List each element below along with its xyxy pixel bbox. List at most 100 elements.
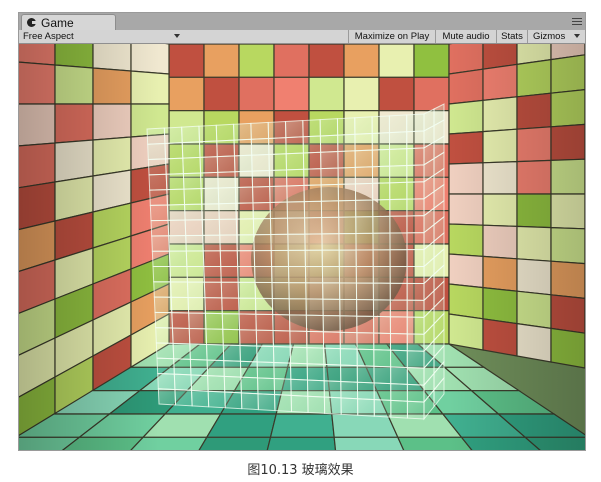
glass-block [389,299,408,318]
glass-block [223,360,242,378]
glass-block [251,169,271,188]
glass-block [257,377,276,396]
glass-block [340,380,359,400]
glass-block [389,232,408,251]
game-viewport[interactable] [19,44,585,450]
maximize-on-play-button[interactable]: Maximize on Play [348,30,435,43]
glass-block [184,219,204,237]
glass-block [251,153,270,172]
chevron-down-icon [574,34,580,38]
back-wall-tile [413,44,450,78]
glass-block [355,199,374,218]
glass-block [406,232,425,251]
glass-cube [146,103,445,421]
glass-block [169,266,188,283]
glass-block [198,124,218,143]
glass-block [233,138,253,157]
glass-block [340,397,359,416]
glass-block [186,266,205,283]
glass-block [233,122,252,141]
glass-block [219,234,238,252]
glass-block [147,158,167,176]
back-wall-tile [238,44,275,78]
gizmos-dropdown[interactable]: Gizmos [527,30,585,43]
glass-block [338,232,357,251]
glass-block [272,346,292,364]
glass-block [356,315,375,334]
glass-block [234,170,254,189]
glass-block [406,113,425,133]
glass-block [182,156,202,175]
glass-block [290,378,309,397]
glass-block [323,363,342,382]
glass-block [406,299,425,318]
glass-block [373,349,392,368]
glass-block [337,199,357,218]
glass-block [218,202,237,220]
glass-block [406,282,425,301]
glass-block [406,215,425,234]
glass-block [307,395,326,414]
glass-block [186,281,206,299]
glass-block [206,359,225,377]
glass-block [339,348,358,367]
glass-block [254,266,273,284]
glass-block [306,347,325,365]
glass-block [220,281,240,299]
glass-block [201,203,220,221]
glass-block [206,343,225,362]
glass-block [270,233,289,251]
glass-block [357,398,375,417]
glass-block [233,154,253,173]
glass-block [290,394,309,413]
glass-block [187,296,206,314]
glass-block [337,183,357,202]
glass-block [356,365,375,384]
glass-block [171,312,190,329]
glass-block [156,357,175,375]
tab-game[interactable]: Game [21,14,116,30]
stats-button[interactable]: Stats [496,30,527,43]
glass-block [406,316,425,335]
back-wall-tile [168,76,205,112]
aspect-label: Free Aspect [23,31,74,42]
glass-block [240,376,259,395]
mute-audio-button[interactable]: Mute audio [435,30,496,43]
glass-block [372,199,391,218]
glass-block [157,372,176,391]
glass-block [323,380,342,399]
chevron-down-icon [174,34,180,38]
left-shade [19,44,159,450]
glass-block [304,249,323,267]
glass-block [390,349,408,369]
glass-block [285,136,304,155]
back-wall-tile [238,76,275,112]
glass-block [215,123,235,142]
glass-block [170,296,190,314]
glass-block [164,142,184,160]
glass-block [165,173,185,191]
aspect-dropdown[interactable]: Free Aspect [23,30,181,43]
glass-block [305,314,324,333]
glass-block [201,218,221,236]
glass-block [255,329,274,348]
glass-block [183,188,203,206]
glass-block [269,201,289,219]
glass-block [355,232,374,251]
glass-block [354,182,374,201]
figure-caption: 图10.13 玻璃效果 [247,463,354,478]
glass-block [223,375,242,394]
glass-block [373,365,392,385]
glass-block [338,249,357,267]
glass-block [356,381,375,401]
glass-block [250,121,270,140]
glass-block [217,186,237,205]
glass-block [191,389,210,408]
glass-block [252,185,271,204]
back-wall-tile [168,44,205,78]
glass-block [304,233,323,251]
glass-block [172,342,191,360]
glass-block [216,139,235,158]
menu-icon[interactable] [572,18,582,26]
glass-block [173,358,192,376]
